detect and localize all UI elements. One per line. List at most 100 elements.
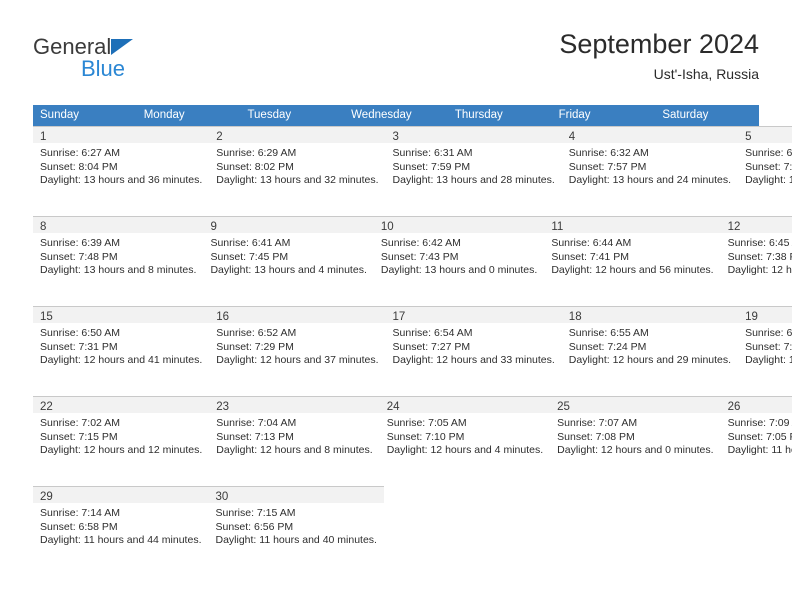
daylight-text: Daylight: 12 hours and 41 minutes. (40, 354, 203, 367)
daynum-band (608, 486, 684, 503)
daylight-text: Daylight: 12 hours and 29 minutes. (568, 354, 732, 367)
day-number: 5 (745, 131, 752, 143)
day-cell[interactable]: 1 Sunrise: 6:27 AM Sunset: 8:04 PM Dayli… (33, 126, 210, 215)
day-cell[interactable]: 26 Sunrise: 7:09 AM Sunset: 7:05 PM Dayl… (720, 396, 792, 485)
sunset-text: Sunset: 7:08 PM (557, 430, 635, 443)
sunset-text: Sunset: 7:22 PM (745, 340, 792, 353)
day-cell[interactable]: 30 Sunrise: 7:15 AM Sunset: 6:56 PM Dayl… (208, 486, 384, 575)
day-info: Sunrise: 6:29 AM Sunset: 8:02 PM Dayligh… (209, 143, 385, 188)
day-cell[interactable]: 19 Sunrise: 6:57 AM Sunset: 7:22 PM Dayl… (738, 306, 792, 395)
sunset-text: Sunset: 7:27 PM (392, 340, 471, 353)
brand-logo[interactable]: General Blue (33, 36, 253, 90)
day-cell[interactable]: 3 Sunrise: 6:31 AM Sunset: 7:59 PM Dayli… (385, 126, 562, 215)
day-number: 11 (551, 221, 564, 233)
day-info: Sunrise: 6:45 AM Sunset: 7:38 PM Dayligh… (721, 233, 792, 278)
week-row: 22 Sunrise: 7:02 AM Sunset: 7:15 PM Dayl… (33, 396, 792, 486)
week-row: 29 Sunrise: 7:14 AM Sunset: 6:58 PM Dayl… (33, 486, 759, 576)
sunset-text: Sunset: 6:56 PM (215, 520, 294, 533)
brand-line1: General (33, 36, 253, 59)
daynum-band: 3 (385, 126, 562, 143)
day-info: Sunrise: 6:52 AM Sunset: 7:29 PM Dayligh… (209, 323, 385, 368)
day-cell[interactable]: 2 Sunrise: 6:29 AM Sunset: 8:02 PM Dayli… (209, 126, 386, 215)
sunrise-text: Sunrise: 6:54 AM (392, 327, 473, 339)
day-number: 4 (568, 131, 576, 143)
day-number: 16 (216, 311, 230, 323)
day-cell[interactable]: 29 Sunrise: 7:14 AM Sunset: 6:58 PM Dayl… (33, 486, 209, 575)
day-info: Sunrise: 6:44 AM Sunset: 7:41 PM Dayligh… (544, 233, 720, 278)
sunrise-text: Sunrise: 7:02 AM (40, 417, 120, 429)
sunrise-text: Sunrise: 7:07 AM (557, 417, 638, 429)
weekday-tuesday: Tuesday (247, 109, 292, 121)
day-number: 19 (745, 311, 758, 323)
weekday-header-row: Sunday Monday Tuesday Wednesday Thursday… (33, 105, 759, 126)
daylight-text: Daylight: 11 hours and 40 minutes. (215, 534, 377, 547)
day-cell[interactable]: 18 Sunrise: 6:55 AM Sunset: 7:24 PM Dayl… (561, 306, 739, 395)
day-cell[interactable]: 5 Sunrise: 6:34 AM Sunset: 7:55 PM Dayli… (738, 126, 792, 215)
day-cell[interactable]: 4 Sunrise: 6:32 AM Sunset: 7:57 PM Dayli… (561, 126, 739, 215)
sunset-text: Sunset: 8:04 PM (40, 160, 118, 173)
brand-general-text: General (33, 34, 112, 59)
daylight-text: Daylight: 12 hours and 4 minutes. (386, 444, 544, 457)
daylight-text: Daylight: 13 hours and 0 minutes. (380, 264, 538, 277)
daynum-band: 17 (385, 306, 562, 323)
sunrise-text: Sunrise: 6:44 AM (551, 237, 632, 249)
daynum-band: 30 (208, 486, 384, 503)
day-cell[interactable]: 24 Sunrise: 7:05 AM Sunset: 7:10 PM Dayl… (379, 396, 551, 485)
day-cell[interactable]: 12 Sunrise: 6:45 AM Sunset: 7:38 PM Dayl… (720, 216, 792, 305)
day-cell[interactable]: 9 Sunrise: 6:41 AM Sunset: 7:45 PM Dayli… (203, 216, 374, 305)
day-cell[interactable]: 17 Sunrise: 6:54 AM Sunset: 7:27 PM Dayl… (385, 306, 562, 395)
week-row: 1 Sunrise: 6:27 AM Sunset: 8:04 PM Dayli… (33, 126, 792, 216)
day-cell[interactable]: 25 Sunrise: 7:07 AM Sunset: 7:08 PM Dayl… (550, 396, 721, 485)
day-number: 22 (40, 401, 53, 413)
page-title: September 2024 (559, 29, 759, 59)
daynum-band: 2 (209, 126, 386, 143)
day-cell[interactable]: 22 Sunrise: 7:02 AM Sunset: 7:15 PM Dayl… (33, 396, 210, 485)
sunset-text: Sunset: 7:59 PM (392, 160, 471, 173)
day-info: Sunrise: 6:57 AM Sunset: 7:22 PM Dayligh… (738, 323, 792, 368)
day-cell[interactable]: 16 Sunrise: 6:52 AM Sunset: 7:29 PM Dayl… (209, 306, 386, 395)
week-row: 8 Sunrise: 6:39 AM Sunset: 7:48 PM Dayli… (33, 216, 792, 306)
day-cell[interactable]: 10 Sunrise: 6:42 AM Sunset: 7:43 PM Dayl… (373, 216, 545, 305)
daynum-band: 25 (550, 396, 721, 413)
sunrise-text: Sunrise: 7:05 AM (386, 417, 467, 429)
day-number: 26 (727, 401, 741, 413)
week-row: 15 Sunrise: 6:50 AM Sunset: 7:31 PM Dayl… (33, 306, 792, 396)
day-number: 10 (380, 221, 394, 233)
sunrise-text: Sunrise: 7:15 AM (215, 507, 296, 519)
day-number: 8 (40, 221, 47, 233)
day-info: Sunrise: 7:02 AM Sunset: 7:15 PM Dayligh… (33, 413, 209, 458)
sunrise-text: Sunrise: 6:55 AM (568, 327, 649, 339)
day-cell[interactable]: 23 Sunrise: 7:04 AM Sunset: 7:13 PM Dayl… (209, 396, 380, 485)
daylight-text: Daylight: 13 hours and 36 minutes. (40, 174, 203, 187)
sunrise-text: Sunrise: 6:27 AM (40, 147, 120, 159)
day-info: Sunrise: 6:54 AM Sunset: 7:27 PM Dayligh… (386, 323, 562, 368)
daylight-text: Daylight: 13 hours and 28 minutes. (392, 174, 555, 187)
sunrise-text: Sunrise: 7:09 AM (727, 417, 792, 429)
daynum-band: 11 (544, 216, 721, 233)
day-cell[interactable]: 15 Sunrise: 6:50 AM Sunset: 7:31 PM Dayl… (33, 306, 210, 395)
day-cell-empty (608, 486, 684, 575)
day-info: Sunrise: 7:07 AM Sunset: 7:08 PM Dayligh… (550, 413, 720, 458)
weekday-friday: Friday (558, 109, 591, 121)
sunrise-text: Sunrise: 6:31 AM (392, 147, 473, 159)
day-info: Sunrise: 7:15 AM Sunset: 6:56 PM Dayligh… (208, 503, 383, 548)
day-cell-empty (533, 486, 609, 575)
sunrise-text: Sunrise: 6:57 AM (745, 327, 792, 339)
day-number: 17 (392, 311, 406, 323)
daylight-text: Daylight: 13 hours and 32 minutes. (216, 174, 379, 187)
daynum-band: 29 (33, 486, 209, 503)
daylight-text: Daylight: 12 hours and 37 minutes. (216, 354, 379, 367)
daynum-band: 5 (738, 126, 792, 143)
daynum-band: 22 (33, 396, 210, 413)
day-cell[interactable]: 11 Sunrise: 6:44 AM Sunset: 7:41 PM Dayl… (544, 216, 721, 305)
day-cell[interactable]: 8 Sunrise: 6:39 AM Sunset: 7:48 PM Dayli… (33, 216, 204, 305)
sunrise-text: Sunrise: 7:04 AM (216, 417, 297, 429)
day-info: Sunrise: 6:31 AM Sunset: 7:59 PM Dayligh… (386, 143, 562, 188)
day-info: Sunrise: 7:14 AM Sunset: 6:58 PM Dayligh… (33, 503, 208, 548)
calendar-grid: Sunday Monday Tuesday Wednesday Thursday… (33, 105, 792, 576)
daynum-band: 15 (33, 306, 210, 323)
page-subtitle: Ust'-Isha, Russia (653, 66, 759, 82)
day-info: Sunrise: 6:50 AM Sunset: 7:31 PM Dayligh… (33, 323, 209, 368)
day-number: 29 (40, 491, 53, 503)
day-number: 12 (727, 221, 741, 233)
